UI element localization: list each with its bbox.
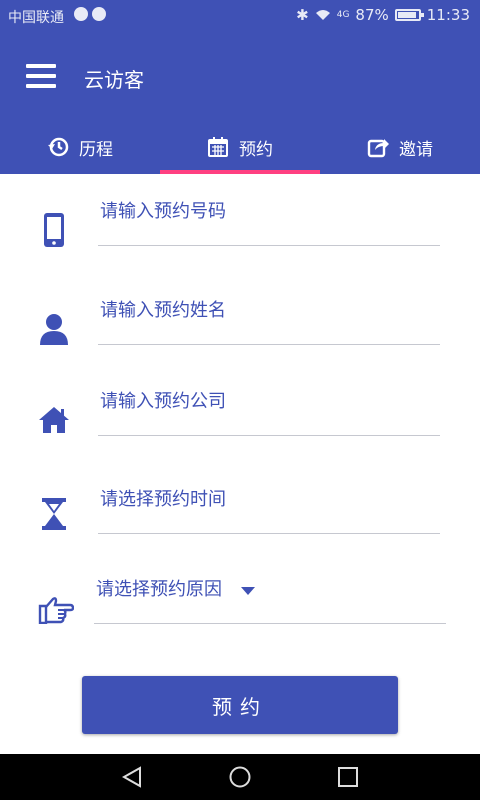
home-button-icon[interactable] — [228, 765, 252, 789]
company-placeholder: 请输入预约公司 — [100, 391, 226, 412]
time-row: 请选择预约时间 — [0, 486, 480, 556]
tab-bar: 历程 预约 邀请 — [0, 120, 480, 174]
history-icon — [47, 136, 69, 158]
phone-row: 请输入预约号码 — [0, 198, 480, 268]
submit-button[interactable]: 预约 — [82, 676, 398, 734]
share-icon — [367, 136, 389, 158]
time-placeholder: 请选择预约时间 — [100, 489, 226, 510]
reason-row: 请选择预约原因 — [0, 576, 480, 646]
signal-icon: 4G — [337, 10, 350, 20]
company-row: 请输入预约公司 — [0, 388, 480, 458]
tab-invite[interactable]: 邀请 — [320, 120, 480, 174]
recents-icon[interactable] — [336, 765, 360, 789]
clock: 11:33 — [426, 6, 470, 24]
dropdown-arrow-icon — [241, 586, 256, 595]
calendar-icon — [207, 136, 229, 158]
status-right: ✱ 4G 87% 11:33 — [296, 6, 470, 24]
status-bar: 中国联通 ✱ 4G 87% 11:33 — [0, 0, 480, 32]
location-icon — [92, 7, 106, 21]
name-field[interactable]: 请输入预约姓名 — [98, 297, 440, 345]
app-title: 云访客 — [84, 68, 144, 92]
hourglass-icon — [36, 496, 72, 532]
reason-placeholder: 请选择预约原因 — [96, 579, 222, 600]
name-placeholder: 请输入预约姓名 — [100, 300, 226, 321]
carrier-label: 中国联通 — [8, 10, 64, 26]
tab-appointment[interactable]: 预约 — [160, 120, 320, 174]
tab-history[interactable]: 历程 — [0, 120, 160, 174]
pointing-hand-icon — [38, 592, 74, 628]
app-bar: 云访客 — [0, 32, 480, 120]
battery-percent: 87% — [355, 6, 389, 24]
bluetooth-icon: ✱ — [296, 6, 309, 24]
person-icon — [36, 311, 72, 347]
company-field[interactable]: 请输入预约公司 — [98, 388, 440, 436]
tab-history-label: 历程 — [79, 139, 113, 160]
phone-field[interactable]: 请输入预约号码 — [98, 198, 440, 246]
phone-placeholder: 请输入预约号码 — [100, 201, 226, 222]
tab-invite-label: 邀请 — [399, 139, 433, 160]
phone-icon — [36, 212, 72, 248]
wifi-icon — [315, 10, 330, 20]
system-nav-bar — [0, 754, 480, 800]
time-field[interactable]: 请选择预约时间 — [98, 486, 440, 534]
name-row: 请输入预约姓名 — [0, 297, 480, 367]
battery-icon — [394, 9, 424, 21]
menu-icon[interactable] — [26, 64, 56, 88]
message-icon — [74, 7, 88, 21]
network-type: 4G — [336, 10, 350, 20]
reason-dropdown[interactable]: 请选择预约原因 — [94, 576, 446, 624]
notification-icons — [74, 7, 106, 21]
home-icon — [36, 402, 72, 438]
back-icon[interactable] — [120, 765, 144, 789]
tab-appointment-label: 预约 — [239, 139, 273, 160]
